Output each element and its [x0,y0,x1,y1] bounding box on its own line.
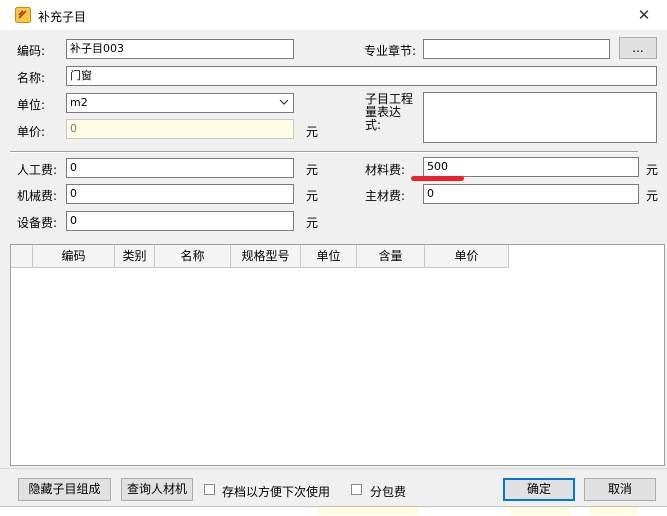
price-field: 0 [66,119,294,139]
background-cell [510,507,570,515]
grid-col-spec[interactable]: 规格型号 [231,245,301,268]
grid-corner [11,245,33,268]
machine-field[interactable]: 0 [66,184,294,204]
name-label: 名称: [17,71,46,85]
material-field[interactable]: 500 [423,157,639,177]
title-bar: 补充子目 ✕ [0,0,667,30]
ok-button[interactable]: 确定 [503,478,575,501]
chevron-down-icon[interactable] [279,95,289,112]
main-material-label: 主材费: [365,189,406,203]
machine-label: 机械费: [17,189,58,203]
unit-label: 单位: [17,98,46,112]
grid-col-name[interactable]: 名称 [155,245,231,268]
name-field[interactable]: 门窗 [66,66,657,86]
chapter-browse-button[interactable]: ... [619,37,657,59]
chapter-label: 专业章节: [364,44,417,58]
subcontract-checkbox[interactable] [351,484,362,495]
grid-col-type[interactable]: 类别 [115,245,155,268]
separator [10,151,638,153]
expr-label: 子目工程量表达式: [365,92,414,132]
material-unit: 元 [646,163,659,177]
grid-header: 编码 类别 名称 规格型号 单位 含量 单价 [11,245,509,268]
expr-field[interactable] [423,92,657,143]
grid-col-unit[interactable]: 单位 [301,245,357,268]
background-cell [318,507,418,515]
unit-select[interactable]: m2 [66,93,294,113]
subcontract-checkbox-label[interactable]: 分包费 [370,483,406,500]
equipment-field[interactable]: 0 [66,211,294,231]
app-icon [15,7,31,23]
background-cell [588,507,638,515]
close-icon[interactable]: ✕ [621,0,667,30]
archive-checkbox[interactable] [204,484,215,495]
material-label: 材料费: [365,163,406,177]
equipment-label: 设备费: [17,216,58,230]
labor-field[interactable]: 0 [66,158,294,178]
cancel-button[interactable]: 取消 [584,478,656,501]
labor-label: 人工费: [17,163,58,177]
supplement-item-dialog: 补充子目 ✕ 编码: 补子目003 专业章节: ... 名称: 门窗 单位: m… [0,0,667,516]
grid-col-qty[interactable]: 含量 [357,245,425,268]
grid-col-code[interactable]: 编码 [33,245,115,268]
red-highlight-mark [411,176,464,181]
unit-select-value: m2 [70,96,88,109]
main-material-unit: 元 [646,189,659,203]
equipment-unit: 元 [306,216,319,230]
footer-divider [0,468,667,469]
price-unit: 元 [306,125,319,139]
grid-col-price[interactable]: 单价 [425,245,509,268]
main-material-field[interactable]: 0 [423,184,639,204]
query-resources-button[interactable]: 查询人材机 [121,478,193,501]
window-title: 补充子目 [38,10,87,24]
code-label: 编码: [17,44,46,58]
price-label: 单价: [17,125,46,139]
machine-unit: 元 [306,189,319,203]
chapter-field[interactable] [423,39,610,59]
hide-subitem-button[interactable]: 隐藏子目组成 [18,478,111,501]
labor-unit: 元 [306,163,319,177]
composition-grid[interactable]: 编码 类别 名称 规格型号 单位 含量 单价 [10,244,665,466]
code-field[interactable]: 补子目003 [66,39,294,59]
archive-checkbox-label[interactable]: 存档以方便下次使用 [222,483,330,500]
